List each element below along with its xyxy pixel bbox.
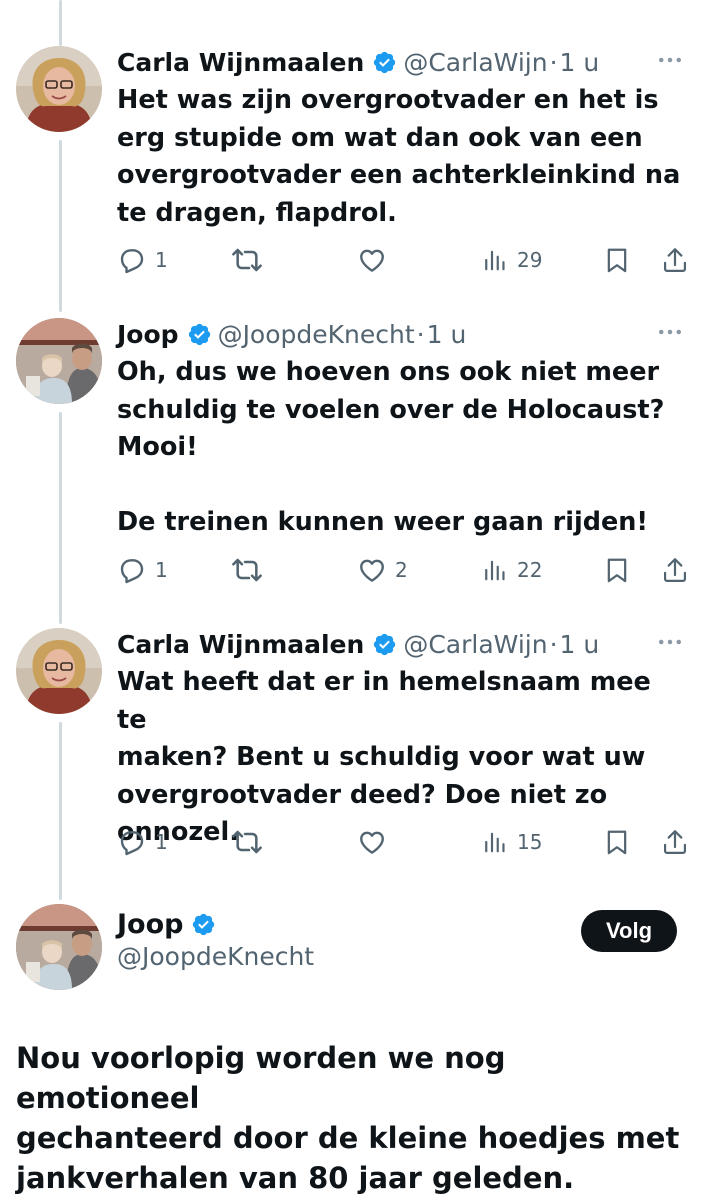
- author-name[interactable]: Carla Wijnmaalen: [117, 48, 364, 77]
- heart-icon: [357, 827, 387, 857]
- more-dots-icon[interactable]: [653, 317, 687, 347]
- retweet-icon: [231, 826, 263, 858]
- like-button[interactable]: [357, 240, 395, 280]
- reply-icon: [117, 827, 147, 857]
- more-dots-icon[interactable]: [653, 627, 687, 657]
- tweet-header: Carla Wijnmaalen @CarlaWijn · 1 u: [117, 42, 599, 82]
- timestamp[interactable]: 1 u: [560, 630, 600, 659]
- action-bar: 1 15: [117, 822, 692, 862]
- views-button[interactable]: 15: [483, 822, 542, 862]
- thread-line: [59, 0, 62, 46]
- author-name[interactable]: Joop: [117, 320, 179, 349]
- timestamp[interactable]: 1 u: [427, 320, 467, 349]
- reply-button[interactable]: 1: [117, 240, 168, 280]
- follow-button[interactable]: Volg: [581, 910, 677, 952]
- share-icon: [661, 246, 689, 274]
- reply-count: 1: [155, 558, 168, 582]
- reply-button[interactable]: 1: [117, 822, 168, 862]
- views-icon: [483, 557, 509, 583]
- avatar[interactable]: [16, 46, 102, 132]
- author-name[interactable]: Carla Wijnmaalen: [117, 630, 364, 659]
- retweet-icon: [231, 244, 263, 276]
- avatar[interactable]: [16, 318, 102, 404]
- tweet-header: Joop @JoopdeKnecht · 1 u: [117, 314, 466, 354]
- views-icon: [483, 829, 509, 855]
- tweet-header: Carla Wijnmaalen @CarlaWijn · 1 u: [117, 624, 599, 664]
- separator-dot: ·: [549, 47, 558, 77]
- avatar[interactable]: [16, 628, 102, 714]
- main-tweet-text: Nou voorlopig worden we nog emotioneel g…: [16, 1041, 680, 1195]
- share-button[interactable]: [661, 822, 689, 862]
- author-name[interactable]: Joop: [117, 909, 183, 940]
- more-dots-icon[interactable]: [653, 45, 687, 75]
- timestamp[interactable]: 1 u: [560, 48, 600, 77]
- reply-count: 1: [155, 248, 168, 272]
- bookmark-button[interactable]: [603, 822, 631, 862]
- verified-badge-icon: [187, 322, 212, 347]
- views-icon: [483, 247, 509, 273]
- like-count: 2: [395, 558, 408, 582]
- reply-tweet[interactable]: Joop @JoopdeKnecht · 1 u Oh, dus we hoev…: [0, 314, 707, 614]
- author-handle[interactable]: @JoopdeKnecht: [218, 320, 415, 349]
- main-tweet[interactable]: Joop @JoopdeKnecht Volg: [0, 904, 707, 1004]
- avatar[interactable]: [16, 904, 102, 990]
- views-button[interactable]: 29: [483, 240, 542, 280]
- main-tweet-header: Joop: [117, 904, 222, 944]
- heart-icon: [357, 245, 387, 275]
- share-icon: [661, 828, 689, 856]
- bookmark-icon: [603, 828, 631, 856]
- tweet-text: Het was zijn overgrootvader en het is er…: [117, 85, 681, 228]
- reply-icon: [117, 245, 147, 275]
- author-handle[interactable]: @JoopdeKnecht: [117, 942, 314, 971]
- tweet-text: Oh, dus we hoeven ons ook niet meer schu…: [117, 357, 665, 537]
- author-handle[interactable]: @CarlaWijn: [403, 48, 547, 77]
- separator-dot: ·: [549, 629, 558, 659]
- like-button[interactable]: 2: [357, 550, 408, 590]
- reply-tweet[interactable]: Carla Wijnmaalen @CarlaWijn · 1 u Het wa…: [0, 42, 707, 302]
- action-bar: 1 29: [117, 240, 692, 280]
- view-count: 22: [517, 558, 543, 582]
- heart-icon: [357, 555, 387, 585]
- bookmark-button[interactable]: [603, 240, 631, 280]
- reply-count: 1: [155, 830, 168, 854]
- retweet-button[interactable]: [231, 822, 271, 862]
- view-count: 29: [517, 248, 543, 272]
- like-button[interactable]: [357, 822, 395, 862]
- bookmark-button[interactable]: [603, 550, 631, 590]
- author-handle[interactable]: @CarlaWijn: [403, 630, 547, 659]
- retweet-button[interactable]: [231, 550, 271, 590]
- retweet-button[interactable]: [231, 240, 271, 280]
- bookmark-icon: [603, 246, 631, 274]
- separator-dot: ·: [416, 319, 425, 349]
- verified-badge-icon: [191, 912, 216, 937]
- retweet-icon: [231, 554, 263, 586]
- reply-icon: [117, 555, 147, 585]
- share-icon: [661, 556, 689, 584]
- bookmark-icon: [603, 556, 631, 584]
- verified-badge-icon: [372, 50, 397, 75]
- reply-button[interactable]: 1: [117, 550, 168, 590]
- view-count: 15: [517, 830, 543, 854]
- views-button[interactable]: 22: [483, 550, 542, 590]
- verified-badge-icon: [372, 632, 397, 657]
- reply-tweet[interactable]: Carla Wijnmaalen @CarlaWijn · 1 u Wat he…: [0, 624, 707, 884]
- share-button[interactable]: [661, 240, 689, 280]
- share-button[interactable]: [661, 550, 689, 590]
- action-bar: 1 2 22: [117, 550, 692, 590]
